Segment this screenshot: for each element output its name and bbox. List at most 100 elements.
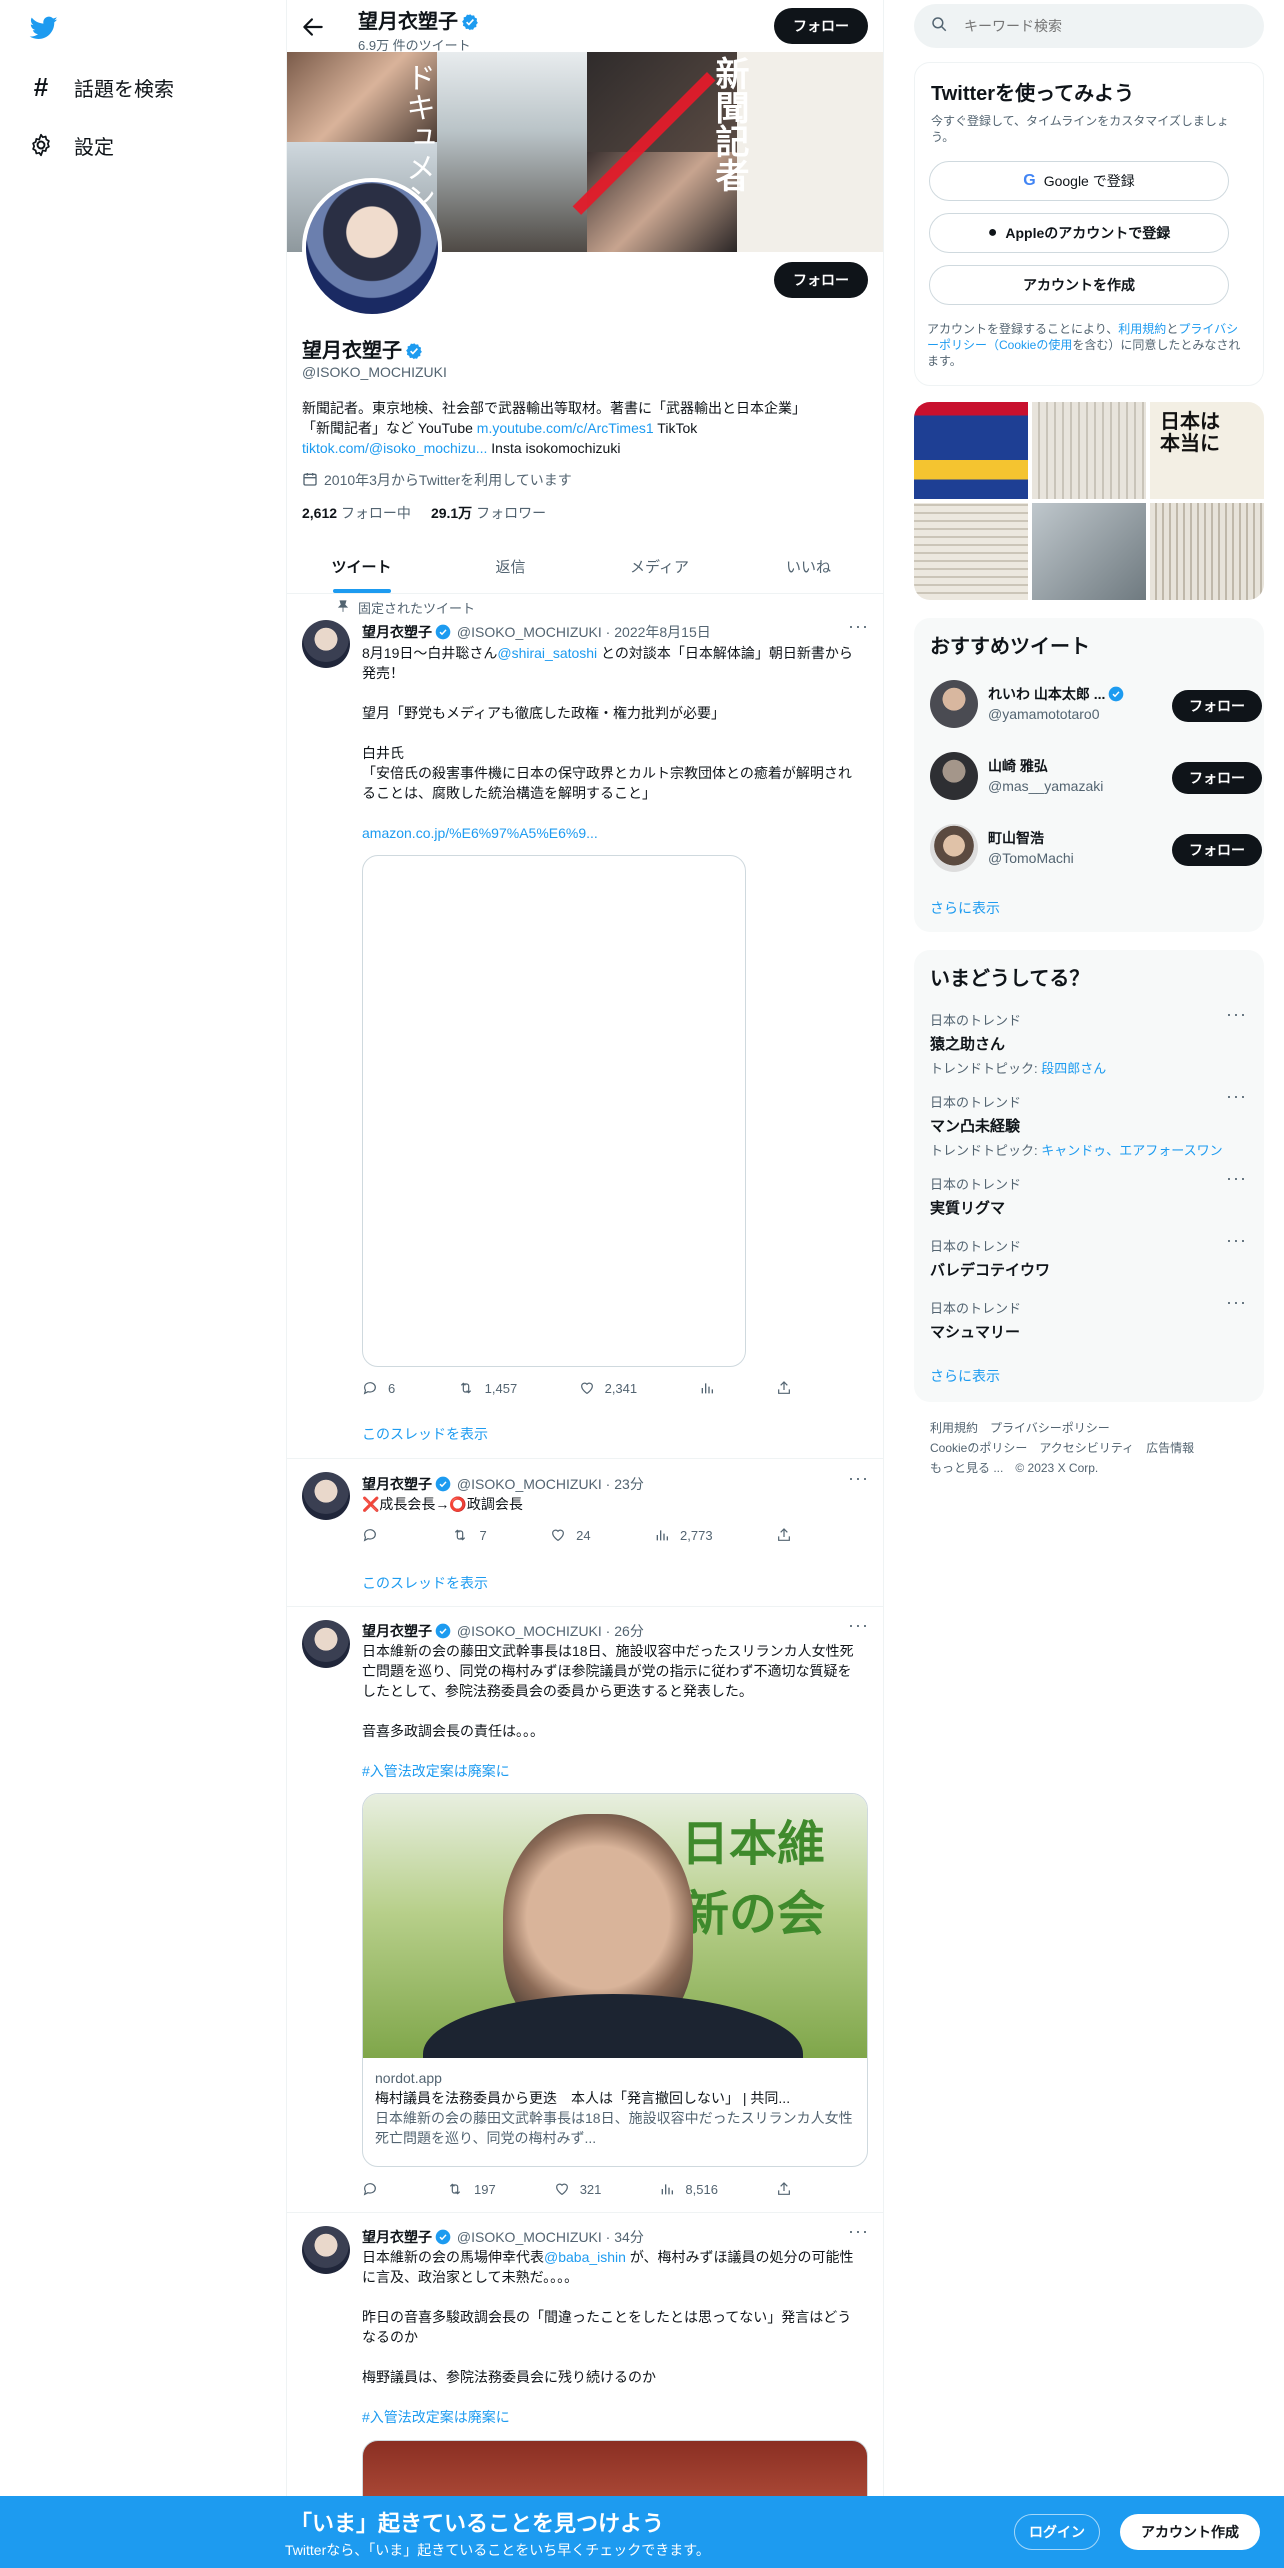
trend-item[interactable]: 日本のトレンド マシュマリー ··· — [930, 1292, 1250, 1342]
footer-more-link[interactable]: もっと見る ... — [930, 1461, 1003, 1475]
retweet-button[interactable]: 197 — [446, 2181, 496, 2197]
tweet-header: 望月衣塑子 @ISOKO_MOCHIZUKI · 23分 — [362, 1476, 644, 1492]
signup-title: Twitterを使ってみよう — [931, 83, 1135, 105]
more-icon[interactable]: ··· — [1226, 1168, 1247, 1189]
back-arrow-icon[interactable] — [300, 14, 326, 40]
pinned-label: 固定されたツイート — [336, 598, 475, 617]
trend-item[interactable]: 日本のトレンド バレデコテイウワ ··· — [930, 1230, 1250, 1280]
media-thumbnail[interactable] — [914, 503, 1028, 600]
profile-follow-button[interactable]: フォロー — [774, 262, 868, 298]
avatar[interactable] — [302, 620, 350, 668]
analytics-button[interactable] — [699, 1380, 715, 1396]
media-thumbnail[interactable]: 日本は 本当に — [1150, 402, 1264, 499]
recommended-user[interactable]: 町山智浩 @TomoMachi フォロー — [930, 818, 1262, 878]
hashtag-link[interactable]: #入管法改定案は廃案に — [362, 2407, 862, 2427]
footer-link[interactable]: 利用規約 — [930, 1421, 978, 1435]
follow-button[interactable]: フォロー — [1172, 834, 1262, 866]
footer-link[interactable]: 広告情報 — [1146, 1441, 1194, 1455]
tweet-media[interactable] — [362, 855, 746, 1367]
reply-button[interactable] — [362, 2181, 388, 2197]
more-icon[interactable]: ··· — [1226, 1086, 1247, 1107]
header-follow-button[interactable]: フォロー — [774, 8, 868, 44]
reply-button[interactable] — [362, 1527, 388, 1543]
media-thumbnail[interactable] — [914, 402, 1028, 499]
reply-icon — [363, 2183, 376, 2196]
like-button[interactable]: 321 — [554, 2181, 601, 2197]
media-thumbnail[interactable] — [1032, 402, 1146, 499]
share-button[interactable] — [776, 1380, 792, 1396]
retweet-button[interactable]: 1,457 — [457, 1380, 517, 1396]
link-card[interactable]: 日本維新の会 nordot.app 梅村議員を法務委員から更迭 本人は「発言撤回… — [362, 1793, 868, 2167]
analytics-button[interactable]: 2,773 — [654, 1527, 713, 1543]
show-thread-link[interactable]: このスレッドを表示 — [362, 1424, 488, 1444]
show-thread-link[interactable]: このスレッドを表示 — [362, 1573, 488, 1593]
mention-link[interactable]: @shirai_satoshi — [497, 645, 597, 661]
footer-link[interactable]: Cookieのポリシー — [930, 1441, 1027, 1455]
more-icon[interactable]: ··· — [848, 1615, 869, 1636]
trends-title: いまどうしてる？ — [930, 968, 1090, 990]
analytics-icon — [662, 2184, 674, 2195]
follow-button[interactable]: フォロー — [1172, 690, 1262, 722]
tab-tweets[interactable]: ツイート — [287, 540, 436, 593]
reply-button[interactable]: 6 — [362, 1380, 395, 1396]
search-input[interactable] — [964, 18, 1244, 34]
nav-settings[interactable]: 設定 — [28, 128, 114, 162]
more-icon[interactable]: ··· — [848, 1468, 869, 1489]
avatar[interactable] — [302, 1620, 350, 1668]
follow-button[interactable]: フォロー — [1172, 762, 1262, 794]
twitter-logo-icon[interactable] — [28, 14, 60, 42]
more-icon[interactable]: ··· — [1226, 1292, 1247, 1313]
tab-replies[interactable]: 返信 — [436, 540, 585, 593]
nav-explore[interactable]: # 話題を検索 — [28, 70, 174, 104]
recommended-user[interactable]: 山崎 雅弘 @mas__yamazaki フォロー — [930, 746, 1262, 806]
google-signup-button[interactable]: G Google で登録 — [929, 161, 1229, 201]
like-button[interactable]: 24 — [550, 1527, 591, 1543]
media-thumbnail[interactable] — [1150, 503, 1264, 600]
pin-icon — [336, 599, 350, 616]
footer-link[interactable]: プライバシーポリシー — [990, 1421, 1110, 1435]
terms-link[interactable]: 利用規約 — [1118, 322, 1166, 336]
tweet-text: 日本維新の会の藤田文武幹事長は18日、施設収容中だったスリランカ人女性死亡問題を… — [362, 1641, 862, 1781]
bottom-bar-subtitle: Twitterなら、「いま」起きていることをいち早くチェックできます。 — [285, 2542, 710, 2558]
trend-item[interactable]: 日本のトレンド 猿之助さん トレンドトピック: 段四郎さん ··· — [930, 1004, 1250, 1077]
share-icon — [778, 1528, 790, 1541]
like-button[interactable]: 2,341 — [579, 1380, 637, 1396]
recommended-user[interactable]: れいわ 山本太郎 ... @yamamototaro0 フォロー — [930, 674, 1262, 734]
search-box[interactable] — [914, 4, 1264, 48]
followers-link[interactable]: 29.1万 フォロワー — [431, 503, 546, 523]
bottom-signup-button[interactable]: アカウント作成 — [1120, 2514, 1260, 2550]
bio-tiktok-link[interactable]: tiktok.com/@isoko_mochizu... — [302, 440, 487, 456]
retweet-button[interactable]: 7 — [451, 1527, 487, 1543]
share-button[interactable] — [776, 2181, 792, 2197]
profile-handle: @ISOKO_MOCHIZUKI — [302, 364, 447, 380]
trend-item[interactable]: 日本のトレンド マン凸未経験 トレンドトピック: キャンドゥ、エアフォースワン … — [930, 1086, 1250, 1159]
share-button[interactable] — [776, 1527, 792, 1543]
create-account-button[interactable]: アカウントを作成 — [929, 265, 1229, 305]
media-thumbnail[interactable] — [1032, 503, 1146, 600]
more-icon[interactable]: ··· — [1226, 1230, 1247, 1251]
apple-signup-button[interactable]: ● Appleのアカウントで登録 — [929, 213, 1229, 253]
more-icon[interactable]: ··· — [1226, 1004, 1247, 1025]
tab-media[interactable]: メディア — [585, 540, 734, 593]
footer-link[interactable]: アクセシビリティ — [1039, 1441, 1134, 1455]
analytics-button[interactable]: 8,516 — [659, 2181, 718, 2197]
tweet-link[interactable]: amazon.co.jp/%E6%97%A5%E6%9... — [362, 823, 862, 843]
bio-youtube-link[interactable]: m.youtube.com/c/ArcTimes1 — [477, 420, 654, 436]
more-icon[interactable]: ··· — [848, 2221, 869, 2242]
verified-badge-icon — [461, 13, 479, 31]
profile-media-grid[interactable]: 日本は 本当に — [914, 402, 1264, 600]
trend-item[interactable]: 日本のトレンド 実質リグマ ··· — [930, 1168, 1250, 1218]
avatar[interactable] — [302, 2226, 350, 2274]
bottom-signup-bar: 「いま」起きていることを見つけよう Twitterなら、「いま」起きていることを… — [0, 2496, 1284, 2568]
trends-show-more[interactable]: さらに表示 — [930, 1366, 1000, 1386]
more-icon[interactable]: ··· — [848, 616, 869, 637]
mention-link[interactable]: @baba_ishin — [544, 2249, 626, 2265]
avatar[interactable] — [302, 1472, 350, 1520]
recommended-show-more[interactable]: さらに表示 — [930, 898, 1000, 918]
profile-avatar[interactable] — [302, 178, 442, 318]
hashtag-link[interactable]: #入管法改定案は廃案に — [362, 1761, 862, 1781]
tab-likes[interactable]: いいね — [734, 540, 883, 593]
reply-icon — [363, 1382, 376, 1395]
login-button[interactable]: ログイン — [1014, 2514, 1100, 2550]
following-link[interactable]: 2,612 フォロー中 — [302, 503, 411, 523]
